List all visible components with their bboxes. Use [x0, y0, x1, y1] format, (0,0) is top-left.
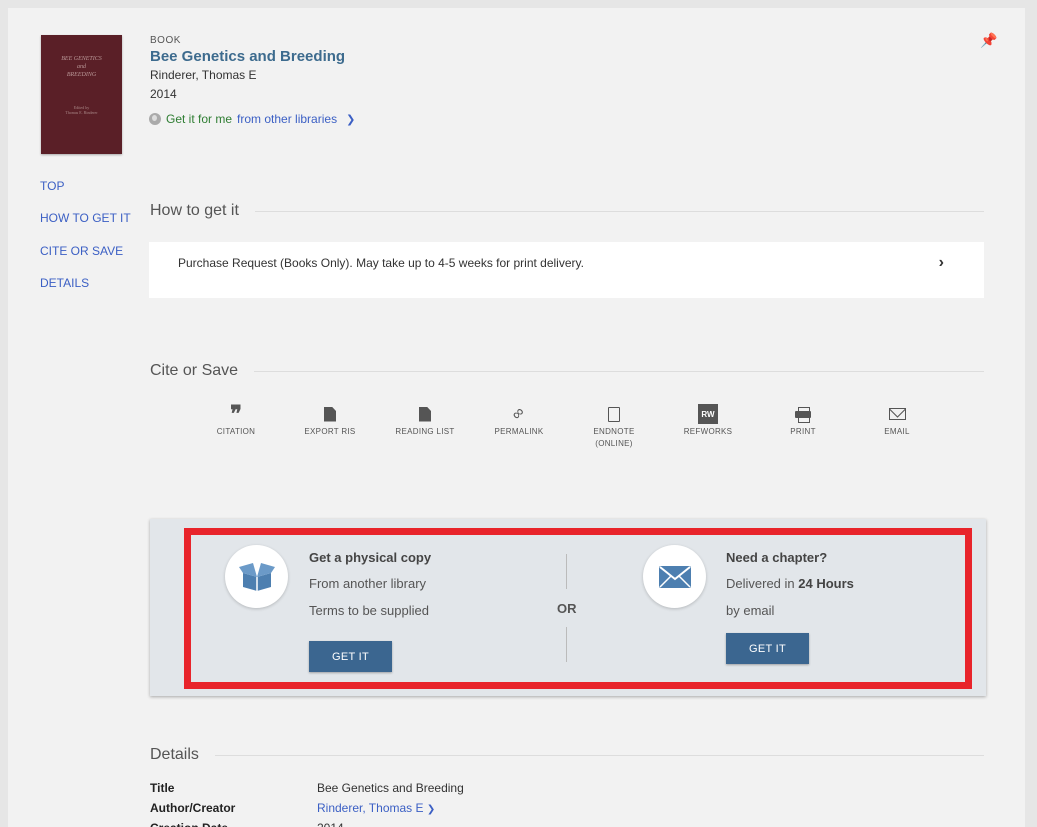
chapter-heading: Need a chapter?	[726, 550, 828, 565]
chapter-line2: by email	[726, 603, 775, 618]
cover-title-line: and	[77, 64, 86, 70]
details-key: Creation Date	[150, 821, 228, 827]
section-title: How to get it	[150, 202, 239, 219]
author-link-text: Rinderer, Thomas E	[317, 801, 424, 815]
document-icon	[324, 406, 336, 422]
reading-list-button[interactable]: READING LIST	[385, 404, 465, 438]
from-other-libraries-text: from other libraries	[237, 112, 338, 126]
link-icon: ∞	[508, 403, 529, 424]
tool-label: PRINT	[790, 427, 816, 436]
tool-label-secondary: (ONLINE)	[595, 439, 633, 448]
tool-label: ENDNOTE	[593, 427, 635, 436]
nav-cite-or-save[interactable]: CITE OR SAVE	[40, 244, 123, 258]
details-value: Bee Genetics and Breeding	[317, 781, 464, 795]
physical-copy-line1: From another library	[309, 576, 427, 591]
divider	[214, 754, 984, 756]
nav-details[interactable]: DETAILS	[40, 276, 89, 290]
divider	[254, 210, 984, 212]
chevron-right-icon: ›	[938, 254, 944, 271]
chapter-line1-text: Delivered in	[726, 576, 799, 591]
details-value: 2014	[317, 821, 344, 827]
details-key: Title	[150, 781, 175, 795]
quote-icon: ❞	[230, 401, 242, 426]
document-outline-icon	[608, 406, 620, 422]
section-title: Details	[150, 746, 199, 763]
cover-title-line: BEE GENETICS	[61, 56, 102, 62]
page: BEE GENETICS and BREEDING Edited by Thom…	[8, 8, 1025, 827]
section-title: Cite or Save	[150, 362, 239, 379]
nav-how-to-get-it[interactable]: HOW TO GET IT	[40, 211, 131, 225]
printer-icon	[795, 407, 811, 423]
details-section-heading: Details	[150, 746, 984, 764]
globe-icon	[149, 113, 161, 125]
export-ris-button[interactable]: EXPORT RIS	[290, 404, 370, 438]
citation-button[interactable]: ❞ CITATION	[196, 401, 276, 438]
refworks-button[interactable]: RW REFWORKS	[668, 404, 748, 438]
box-icon	[238, 562, 275, 591]
nav-top[interactable]: TOP	[40, 179, 64, 193]
chapter-line1: Delivered in 24 Hours	[726, 576, 854, 591]
email-button[interactable]: EMAIL	[857, 404, 937, 438]
cite-or-save-section-heading: Cite or Save	[150, 362, 984, 380]
resource-type: BOOK	[150, 35, 181, 46]
record-title[interactable]: Bee Genetics and Breeding	[150, 48, 345, 65]
cover-editor-line: Thomas E. Rinderer	[65, 110, 98, 115]
record-year: 2014	[150, 87, 177, 101]
purchase-request-row[interactable]: Purchase Request (Books Only). May take …	[149, 242, 984, 298]
book-cover[interactable]: BEE GENETICS and BREEDING Edited by Thom…	[41, 35, 122, 154]
record-author: Rinderer, Thomas E	[150, 68, 257, 82]
divider	[566, 627, 567, 662]
cover-title-line: BREEDING	[66, 72, 97, 78]
document-arrow-icon	[419, 406, 431, 422]
envelope-icon	[888, 408, 906, 420]
envelope-icon-circle	[643, 545, 706, 608]
endnote-button[interactable]: ENDNOTE (ONLINE)	[574, 404, 654, 450]
chevron-right-icon: ❯	[426, 804, 436, 815]
chapter-line1-bold: 24 Hours	[798, 576, 854, 591]
tool-label: CITATION	[216, 427, 256, 436]
author-link[interactable]: Rinderer, Thomas E ❯	[317, 801, 435, 815]
get-it-for-me-text: Get it for me	[166, 112, 233, 126]
tool-label: EMAIL	[884, 427, 910, 436]
details-key: Author/Creator	[150, 801, 236, 815]
physical-copy-line2: Terms to be supplied	[309, 603, 429, 618]
divider	[566, 554, 567, 589]
highlight-box	[184, 528, 972, 689]
tool-label: PERMALINK	[494, 427, 544, 436]
tool-label: EXPORT RIS	[304, 427, 356, 436]
how-to-get-it-section-heading: How to get it	[150, 202, 984, 220]
print-button[interactable]: PRINT	[763, 404, 843, 438]
or-separator: OR	[557, 601, 577, 616]
get-it-link[interactable]: Get it for me from other libraries ❯	[149, 112, 355, 126]
refworks-icon: RW	[698, 404, 718, 424]
box-icon-circle	[225, 545, 288, 608]
tool-label: READING LIST	[395, 427, 455, 436]
tool-label: REFWORKS	[683, 427, 733, 436]
get-chapter-button[interactable]: GET IT	[726, 633, 809, 664]
get-physical-copy-button[interactable]: GET IT	[309, 641, 392, 672]
permalink-button[interactable]: ∞ PERMALINK	[479, 404, 559, 438]
purchase-request-text: Purchase Request (Books Only). May take …	[178, 256, 584, 270]
pin-icon[interactable]: 📌	[980, 32, 997, 49]
chevron-right-icon: ❯	[346, 113, 356, 126]
physical-copy-heading: Get a physical copy	[309, 550, 432, 565]
divider	[254, 370, 984, 372]
envelope-icon	[658, 565, 691, 588]
